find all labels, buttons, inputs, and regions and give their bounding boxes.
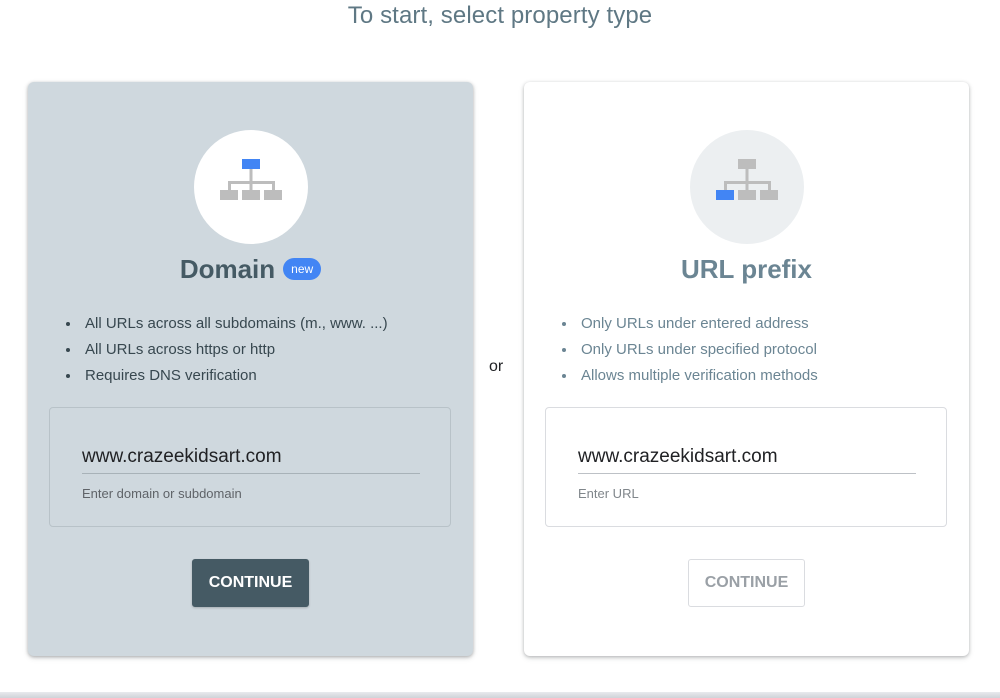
url-input-hint: Enter URL — [578, 486, 639, 501]
sitemap-icon — [715, 159, 778, 200]
list-item: Requires DNS verification — [63, 363, 388, 389]
page-title: To start, select property type — [347, 2, 653, 29]
or-separator: or — [489, 358, 504, 375]
domain-icon-circle — [193, 130, 308, 244]
domain-input-hint: Enter domain or subdomain — [82, 486, 242, 501]
domain-title-text: Domain — [179, 254, 276, 284]
url-prefix-card-title: URL prefix — [681, 254, 812, 284]
url-input[interactable]: www.crazeekidsart.com — [578, 446, 916, 474]
list-item: Only URLs under specified protocol — [559, 337, 818, 363]
list-item: All URLs across https or http — [63, 337, 388, 363]
new-badge: new — [283, 258, 322, 280]
domain-input-box: www.crazeekidsart.com Enter domain or su… — [49, 407, 451, 527]
bottom-divider — [0, 692, 1000, 698]
domain-property-card[interactable]: Domain new All URLs across all subdomains… — [28, 82, 473, 656]
domain-card-title: Domain new — [28, 254, 473, 285]
url-prefix-feature-list: Only URLs under entered address Only URL… — [559, 311, 818, 389]
domain-feature-list: All URLs across all subdomains (m., www.… — [63, 311, 388, 389]
url-prefix-property-card[interactable]: URL prefix Only URLs under entered addre… — [524, 82, 969, 656]
list-item: All URLs across all subdomains (m., www.… — [63, 311, 388, 337]
url-input-box: www.crazeekidsart.com Enter URL — [545, 407, 947, 527]
url-prefix-icon-circle — [689, 130, 804, 244]
list-item: Allows multiple verification methods — [559, 363, 818, 389]
sitemap-icon — [219, 159, 282, 200]
domain-input[interactable]: www.crazeekidsart.com — [82, 446, 420, 474]
domain-continue-button[interactable]: CONTINUE — [192, 559, 309, 607]
url-continue-button[interactable]: CONTINUE — [688, 559, 805, 607]
list-item: Only URLs under entered address — [559, 311, 818, 337]
